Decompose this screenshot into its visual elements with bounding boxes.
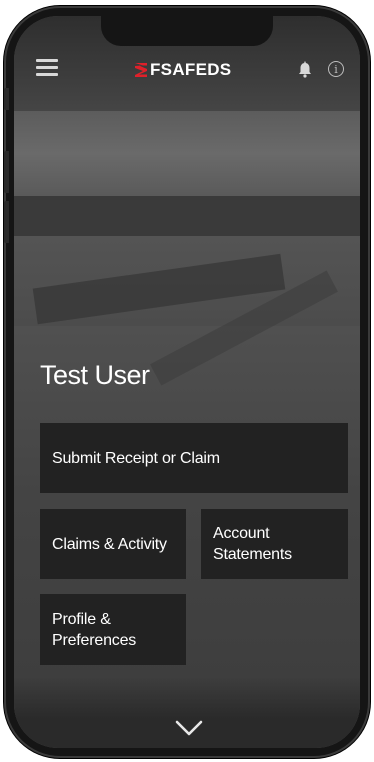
- chevron-down-icon[interactable]: [174, 719, 204, 737]
- phone-frame: FSAFEDS i Test User Submit Receipt or Cl…: [4, 6, 370, 758]
- logo-text: FSAFEDS: [150, 60, 232, 79]
- background-layer: [14, 196, 360, 236]
- mute-switch: [4, 88, 9, 110]
- info-glyph: i: [334, 62, 338, 76]
- user-name: Test User: [40, 360, 150, 390]
- volume-down-button: [4, 201, 9, 243]
- fsafeds-logo: FSAFEDS: [134, 59, 231, 81]
- claims-activity-label: Claims & Activity: [52, 535, 167, 553]
- profile-preferences-label: Profile & Preferences: [52, 610, 137, 649]
- volume-up-button: [4, 151, 9, 193]
- profile-preferences-button[interactable]: Profile & Preferences: [40, 594, 186, 665]
- info-icon[interactable]: i: [328, 61, 344, 77]
- app-screen: FSAFEDS i Test User Submit Receipt or Cl…: [14, 16, 360, 748]
- bell-icon[interactable]: [296, 61, 314, 79]
- bottom-bar: [14, 676, 360, 748]
- hamburger-menu-icon[interactable]: [36, 59, 58, 77]
- claims-activity-button[interactable]: Claims & Activity: [40, 509, 186, 579]
- background-layer: [14, 111, 360, 196]
- app-header: FSAFEDS i: [14, 54, 360, 86]
- account-statements-label: Account Statements: [213, 525, 292, 563]
- account-statements-button[interactable]: Account Statements: [201, 509, 348, 579]
- submit-receipt-button[interactable]: Submit Receipt or Claim: [40, 423, 348, 493]
- device-notch: [101, 16, 273, 46]
- submit-receipt-label: Submit Receipt or Claim: [52, 449, 220, 467]
- fsafeds-logo-mark-icon: [135, 63, 147, 77]
